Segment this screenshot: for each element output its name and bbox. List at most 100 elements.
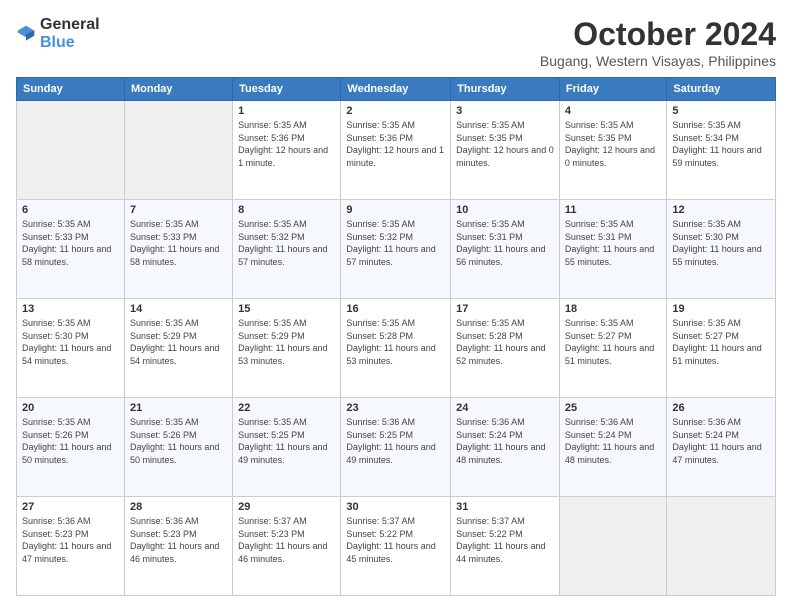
day-detail: Sunrise: 5:35 AM Sunset: 5:29 PM Dayligh… xyxy=(238,317,335,367)
calendar-cell: 26Sunrise: 5:36 AM Sunset: 5:24 PM Dayli… xyxy=(667,398,776,497)
title-block: October 2024 Bugang, Western Visayas, Ph… xyxy=(540,16,776,69)
cell-content: 19Sunrise: 5:35 AM Sunset: 5:27 PM Dayli… xyxy=(672,303,770,367)
cell-content: 10 Sunrise: 5:35 AM Sunset: 5:31 PM Dayli… xyxy=(456,204,554,268)
calendar-cell: 3 Sunrise: 5:35 AM Sunset: 5:35 PM Daylig… xyxy=(451,101,560,200)
day-number: 17 xyxy=(456,303,554,315)
cell-content: 24 Sunrise: 5:36 AM Sunset: 5:24 PM Dayli… xyxy=(456,402,554,466)
header-friday: Friday xyxy=(559,78,666,101)
calendar-cell: 23 Sunrise: 5:36 AM Sunset: 5:25 PM Dayli… xyxy=(341,398,451,497)
day-detail: Sunrise: 5:36 AM Sunset: 5:23 PM Dayligh… xyxy=(22,515,119,565)
calendar-cell: 4Sunrise: 5:35 AM Sunset: 5:35 PM Daylig… xyxy=(559,101,666,200)
cell-content: 4Sunrise: 5:35 AM Sunset: 5:35 PM Daylig… xyxy=(565,105,661,169)
day-detail: Sunrise: 5:35 AM Sunset: 5:34 PM Dayligh… xyxy=(672,119,770,169)
day-detail: Sunrise: 5:35 AM Sunset: 5:26 PM Dayligh… xyxy=(22,416,119,466)
day-number: 3 xyxy=(456,105,554,117)
day-detail: Sunrise: 5:35 AM Sunset: 5:27 PM Dayligh… xyxy=(565,317,661,367)
calendar-cell: 27Sunrise: 5:36 AM Sunset: 5:23 PM Dayli… xyxy=(17,497,125,596)
calendar-cell: 10 Sunrise: 5:35 AM Sunset: 5:31 PM Dayli… xyxy=(451,200,560,299)
calendar-cell xyxy=(124,101,232,200)
cell-content: 20 Sunrise: 5:35 AM Sunset: 5:26 PM Dayli… xyxy=(22,402,119,466)
day-detail: Sunrise: 5:36 AM Sunset: 5:24 PM Dayligh… xyxy=(456,416,554,466)
cell-content: 15 Sunrise: 5:35 AM Sunset: 5:29 PM Dayli… xyxy=(238,303,335,367)
calendar-week-3: 13Sunrise: 5:35 AM Sunset: 5:30 PM Dayli… xyxy=(17,299,776,398)
calendar-cell: 9Sunrise: 5:35 AM Sunset: 5:32 PM Daylig… xyxy=(341,200,451,299)
cell-content: 28Sunrise: 5:36 AM Sunset: 5:23 PM Dayli… xyxy=(130,501,227,565)
cell-content: 22 Sunrise: 5:35 AM Sunset: 5:25 PM Dayli… xyxy=(238,402,335,466)
day-number: 25 xyxy=(565,402,661,414)
day-number: 20 xyxy=(22,402,119,414)
day-number: 8 xyxy=(238,204,335,216)
month-title: October 2024 xyxy=(540,16,776,53)
day-number: 11 xyxy=(565,204,661,216)
cell-content: 30Sunrise: 5:37 AM Sunset: 5:22 PM Dayli… xyxy=(346,501,445,565)
day-detail: Sunrise: 5:35 AM Sunset: 5:28 PM Dayligh… xyxy=(456,317,554,367)
day-number: 5 xyxy=(672,105,770,117)
day-detail: Sunrise: 5:36 AM Sunset: 5:25 PM Dayligh… xyxy=(346,416,445,466)
day-detail: Sunrise: 5:35 AM Sunset: 5:29 PM Dayligh… xyxy=(130,317,227,367)
day-detail: Sunrise: 5:35 AM Sunset: 5:31 PM Dayligh… xyxy=(456,218,554,268)
calendar-header: Sunday Monday Tuesday Wednesday Thursday… xyxy=(17,78,776,101)
day-number: 22 xyxy=(238,402,335,414)
calendar-cell xyxy=(559,497,666,596)
day-detail: Sunrise: 5:37 AM Sunset: 5:22 PM Dayligh… xyxy=(456,515,554,565)
cell-content: 13Sunrise: 5:35 AM Sunset: 5:30 PM Dayli… xyxy=(22,303,119,367)
calendar-cell: 5 Sunrise: 5:35 AM Sunset: 5:34 PM Daylig… xyxy=(667,101,776,200)
calendar-cell: 21Sunrise: 5:35 AM Sunset: 5:26 PM Dayli… xyxy=(124,398,232,497)
calendar-body: 1 Sunrise: 5:35 AM Sunset: 5:36 PM Daylig… xyxy=(17,101,776,596)
calendar-cell: 16 Sunrise: 5:35 AM Sunset: 5:28 PM Dayli… xyxy=(341,299,451,398)
day-detail: Sunrise: 5:36 AM Sunset: 5:24 PM Dayligh… xyxy=(565,416,661,466)
calendar-cell: 28Sunrise: 5:36 AM Sunset: 5:23 PM Dayli… xyxy=(124,497,232,596)
cell-content: 5 Sunrise: 5:35 AM Sunset: 5:34 PM Daylig… xyxy=(672,105,770,169)
day-detail: Sunrise: 5:35 AM Sunset: 5:36 PM Dayligh… xyxy=(238,119,335,169)
calendar-cell: 6Sunrise: 5:35 AM Sunset: 5:33 PM Daylig… xyxy=(17,200,125,299)
day-number: 10 xyxy=(456,204,554,216)
calendar-cell: 31Sunrise: 5:37 AM Sunset: 5:22 PM Dayli… xyxy=(451,497,560,596)
day-number: 24 xyxy=(456,402,554,414)
page-header: General Blue October 2024 Bugang, Wester… xyxy=(16,16,776,69)
day-detail: Sunrise: 5:35 AM Sunset: 5:32 PM Dayligh… xyxy=(238,218,335,268)
day-detail: Sunrise: 5:35 AM Sunset: 5:27 PM Dayligh… xyxy=(672,317,770,367)
day-detail: Sunrise: 5:36 AM Sunset: 5:24 PM Dayligh… xyxy=(672,416,770,466)
day-detail: Sunrise: 5:37 AM Sunset: 5:23 PM Dayligh… xyxy=(238,515,335,565)
day-number: 21 xyxy=(130,402,227,414)
day-number: 15 xyxy=(238,303,335,315)
day-number: 16 xyxy=(346,303,445,315)
cell-content: 14Sunrise: 5:35 AM Sunset: 5:29 PM Dayli… xyxy=(130,303,227,367)
calendar-cell: 12Sunrise: 5:35 AM Sunset: 5:30 PM Dayli… xyxy=(667,200,776,299)
calendar-cell: 7Sunrise: 5:35 AM Sunset: 5:33 PM Daylig… xyxy=(124,200,232,299)
calendar-cell xyxy=(17,101,125,200)
logo-blue: Blue xyxy=(40,34,75,51)
calendar-cell xyxy=(667,497,776,596)
cell-content: 16 Sunrise: 5:35 AM Sunset: 5:28 PM Dayli… xyxy=(346,303,445,367)
day-detail: Sunrise: 5:35 AM Sunset: 5:35 PM Dayligh… xyxy=(456,119,554,169)
cell-content: 21Sunrise: 5:35 AM Sunset: 5:26 PM Dayli… xyxy=(130,402,227,466)
location-title: Bugang, Western Visayas, Philippines xyxy=(540,53,776,69)
header-thursday: Thursday xyxy=(451,78,560,101)
day-number: 6 xyxy=(22,204,119,216)
day-detail: Sunrise: 5:35 AM Sunset: 5:36 PM Dayligh… xyxy=(346,119,445,169)
day-detail: Sunrise: 5:35 AM Sunset: 5:25 PM Dayligh… xyxy=(238,416,335,466)
day-number: 1 xyxy=(238,105,335,117)
calendar-cell: 20 Sunrise: 5:35 AM Sunset: 5:26 PM Dayli… xyxy=(17,398,125,497)
calendar-cell: 2 Sunrise: 5:35 AM Sunset: 5:36 PM Daylig… xyxy=(341,101,451,200)
cell-content: 18Sunrise: 5:35 AM Sunset: 5:27 PM Dayli… xyxy=(565,303,661,367)
header-sunday: Sunday xyxy=(17,78,125,101)
day-number: 2 xyxy=(346,105,445,117)
calendar-cell: 25 Sunrise: 5:36 AM Sunset: 5:24 PM Dayli… xyxy=(559,398,666,497)
calendar-cell: 15 Sunrise: 5:35 AM Sunset: 5:29 PM Dayli… xyxy=(233,299,341,398)
calendar-cell: 8 Sunrise: 5:35 AM Sunset: 5:32 PM Daylig… xyxy=(233,200,341,299)
calendar-week-2: 6Sunrise: 5:35 AM Sunset: 5:33 PM Daylig… xyxy=(17,200,776,299)
day-number: 13 xyxy=(22,303,119,315)
day-detail: Sunrise: 5:35 AM Sunset: 5:28 PM Dayligh… xyxy=(346,317,445,367)
cell-content: 8 Sunrise: 5:35 AM Sunset: 5:32 PM Daylig… xyxy=(238,204,335,268)
calendar-cell: 22 Sunrise: 5:35 AM Sunset: 5:25 PM Dayli… xyxy=(233,398,341,497)
day-detail: Sunrise: 5:35 AM Sunset: 5:35 PM Dayligh… xyxy=(565,119,661,169)
day-detail: Sunrise: 5:36 AM Sunset: 5:23 PM Dayligh… xyxy=(130,515,227,565)
cell-content: 12Sunrise: 5:35 AM Sunset: 5:30 PM Dayli… xyxy=(672,204,770,268)
cell-content: 17 Sunrise: 5:35 AM Sunset: 5:28 PM Dayli… xyxy=(456,303,554,367)
weekday-header-row: Sunday Monday Tuesday Wednesday Thursday… xyxy=(17,78,776,101)
cell-content: 2 Sunrise: 5:35 AM Sunset: 5:36 PM Daylig… xyxy=(346,105,445,169)
logo: General Blue xyxy=(16,16,100,52)
cell-content: 7Sunrise: 5:35 AM Sunset: 5:33 PM Daylig… xyxy=(130,204,227,268)
day-number: 23 xyxy=(346,402,445,414)
